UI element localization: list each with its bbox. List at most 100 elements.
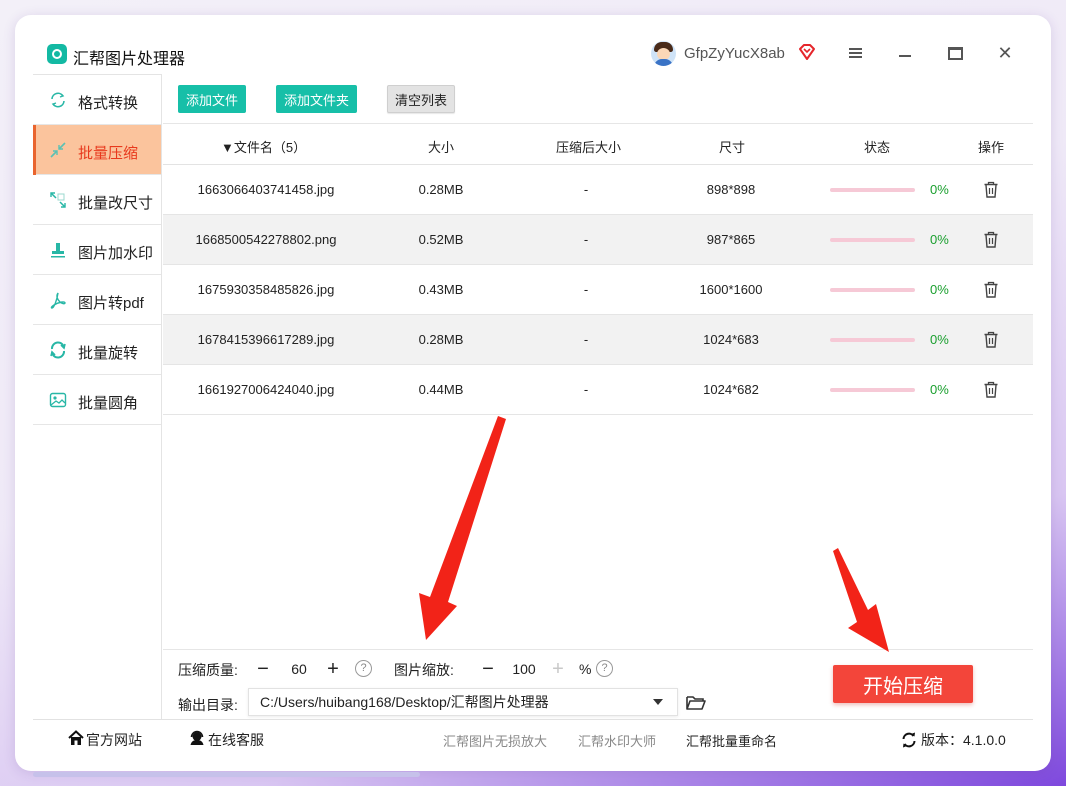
cell-compressed-size: - bbox=[583, 232, 589, 247]
app-title: 汇帮图片处理器 bbox=[73, 51, 186, 68]
sidebar-item-format-convert[interactable]: 格式转换 bbox=[33, 75, 161, 125]
add-files-button[interactable]: 添加文件 bbox=[178, 85, 246, 113]
trash-icon[interactable] bbox=[983, 231, 999, 248]
watermark-icon bbox=[51, 243, 65, 258]
cell-dimensions: 987*865 bbox=[706, 232, 756, 247]
sidebar-item-watermark[interactable]: 图片加水印 bbox=[33, 225, 161, 275]
scale-value[interactable]: 100 bbox=[506, 661, 542, 677]
scale-unit: % bbox=[579, 661, 592, 677]
folder-open-icon[interactable] bbox=[686, 694, 706, 711]
chevron-down-icon[interactable] bbox=[653, 699, 663, 705]
table-row[interactable]: 1661927006424040.jpg 0.44MB - 1024*682 0… bbox=[163, 365, 1033, 415]
sidebar: 格式转换 批量压缩 批量改尺寸 图片加水印 图片转pdf 批量旋转 批量圆角 bbox=[33, 74, 162, 719]
progress-percent: 0% bbox=[930, 282, 949, 297]
sidebar-item-batch-rotate[interactable]: 批量旋转 bbox=[33, 325, 161, 375]
toolbar: 添加文件 添加文件夹 清空列表 bbox=[163, 74, 1033, 124]
cell-filename: 1678415396617289.jpg bbox=[197, 332, 335, 347]
cell-filename: 1661927006424040.jpg bbox=[197, 382, 335, 397]
cell-size: 0.28MB bbox=[418, 182, 464, 197]
clear-list-button[interactable]: 清空列表 bbox=[387, 85, 455, 113]
progress-percent: 0% bbox=[930, 232, 949, 247]
progress-bar bbox=[830, 188, 915, 192]
table-row[interactable]: 1663066403741458.jpg 0.28MB - 898*898 0% bbox=[163, 165, 1033, 215]
trash-icon[interactable] bbox=[983, 181, 999, 198]
column-header-filename: 文件名（5） bbox=[233, 140, 307, 155]
column-header-compressed-size: 压缩后大小 bbox=[556, 140, 622, 155]
sidebar-item-batch-compress[interactable]: 批量压缩 bbox=[33, 125, 161, 175]
cell-size: 0.52MB bbox=[418, 232, 464, 247]
scale-increase-button[interactable]: + bbox=[549, 659, 567, 679]
quality-value[interactable]: 60 bbox=[285, 661, 313, 677]
customer-service-icon bbox=[190, 730, 204, 745]
table-row[interactable]: 1675930358485826.jpg 0.43MB - 1600*1600 … bbox=[163, 265, 1033, 315]
progress-bar bbox=[830, 338, 915, 342]
scale-help-icon[interactable]: ? bbox=[596, 660, 613, 677]
scale-label: 图片缩放: bbox=[394, 662, 454, 678]
cell-size: 0.44MB bbox=[418, 382, 464, 397]
maximize-icon[interactable] bbox=[944, 42, 966, 64]
quality-label: 压缩质量: bbox=[178, 662, 238, 678]
cell-dimensions: 898*898 bbox=[706, 182, 756, 197]
quality-help-icon[interactable]: ? bbox=[355, 660, 372, 677]
cell-filename: 1668500542278802.png bbox=[195, 232, 337, 247]
progress-bar bbox=[830, 238, 915, 242]
footer-link-lossless-upscale[interactable]: 汇帮图片无损放大 bbox=[443, 731, 547, 750]
quality-decrease-button[interactable]: − bbox=[254, 659, 272, 679]
avatar[interactable] bbox=[651, 41, 676, 66]
cell-compressed-size: - bbox=[583, 332, 589, 347]
official-website-link[interactable]: 官方网站 bbox=[86, 730, 142, 750]
online-support-link[interactable]: 在线客服 bbox=[208, 730, 264, 750]
cell-dimensions: 1024*683 bbox=[703, 332, 759, 347]
trash-icon[interactable] bbox=[983, 281, 999, 298]
footer-link-watermark-master[interactable]: 汇帮水印大师 bbox=[578, 731, 656, 750]
add-folder-button[interactable]: 添加文件夹 bbox=[276, 85, 357, 113]
rotate-icon bbox=[50, 341, 66, 359]
cell-size: 0.43MB bbox=[418, 282, 464, 297]
sidebar-item-label: 批量压缩 bbox=[78, 145, 139, 162]
version-label: 版本：4.1.0.0 bbox=[921, 732, 1006, 748]
cell-compressed-size: - bbox=[583, 282, 589, 297]
cell-compressed-size: - bbox=[583, 182, 589, 197]
sidebar-item-label: 图片转pdf bbox=[78, 295, 144, 312]
table-header: ▼文件名（5） 大小 压缩后大小 尺寸 状态 操作 bbox=[163, 125, 1033, 165]
app-window: 汇帮图片处理器 GfpZyYucX8ab ✕ 格式转换 批量压缩 批量改尺寸 图… bbox=[15, 15, 1051, 771]
table-row[interactable]: 1668500542278802.png 0.52MB - 987*865 0% bbox=[163, 215, 1033, 265]
horizontal-scrollbar[interactable] bbox=[33, 772, 420, 777]
quality-increase-button[interactable]: + bbox=[324, 659, 342, 679]
sidebar-item-to-pdf[interactable]: 图片转pdf bbox=[33, 275, 161, 325]
scale-decrease-button[interactable]: − bbox=[479, 659, 497, 679]
menu-icon[interactable] bbox=[844, 42, 866, 64]
cell-filename: 1663066403741458.jpg bbox=[197, 182, 335, 197]
sidebar-item-label: 批量旋转 bbox=[78, 345, 139, 362]
output-dir-select[interactable]: C:/Users/huibang168/Desktop/汇帮图片处理器 bbox=[248, 688, 678, 716]
format-convert-icon bbox=[51, 92, 65, 108]
sidebar-item-label: 图片加水印 bbox=[78, 245, 154, 262]
sidebar-item-label: 格式转换 bbox=[78, 95, 139, 112]
trash-icon[interactable] bbox=[983, 381, 999, 398]
sort-column-filename[interactable]: ▼文件名（5） bbox=[221, 137, 306, 156]
start-compress-button[interactable]: 开始压缩 bbox=[833, 665, 973, 703]
pdf-icon bbox=[50, 292, 66, 309]
column-header-action: 操作 bbox=[978, 140, 1005, 155]
minimize-icon[interactable] bbox=[894, 42, 916, 64]
sidebar-item-label: 批量改尺寸 bbox=[78, 195, 154, 212]
sidebar-item-rounded-corner[interactable]: 批量圆角 bbox=[33, 375, 161, 425]
refresh-icon[interactable] bbox=[901, 732, 917, 748]
username[interactable]: GfpZyYucX8ab bbox=[684, 45, 785, 62]
sidebar-item-label: 批量圆角 bbox=[78, 395, 139, 412]
cell-size: 0.28MB bbox=[418, 332, 464, 347]
progress-bar bbox=[830, 388, 915, 392]
table-row[interactable]: 1678415396617289.jpg 0.28MB - 1024*683 0… bbox=[163, 315, 1033, 365]
column-header-size: 大小 bbox=[428, 140, 455, 155]
close-icon[interactable]: ✕ bbox=[994, 42, 1016, 64]
sidebar-item-batch-resize[interactable]: 批量改尺寸 bbox=[33, 175, 161, 225]
rounded-corner-icon bbox=[49, 392, 67, 408]
home-icon bbox=[68, 730, 84, 745]
footer: 官方网站 在线客服 汇帮图片无损放大 汇帮水印大师 汇帮批量重命名 版本：4.1… bbox=[33, 719, 1033, 755]
column-header-status: 状态 bbox=[864, 140, 891, 155]
output-dir-label: 输出目录: bbox=[178, 697, 238, 713]
vip-diamond-icon[interactable] bbox=[798, 43, 816, 61]
footer-link-batch-rename[interactable]: 汇帮批量重命名 bbox=[686, 731, 777, 750]
trash-icon[interactable] bbox=[983, 331, 999, 348]
progress-percent: 0% bbox=[930, 182, 949, 197]
